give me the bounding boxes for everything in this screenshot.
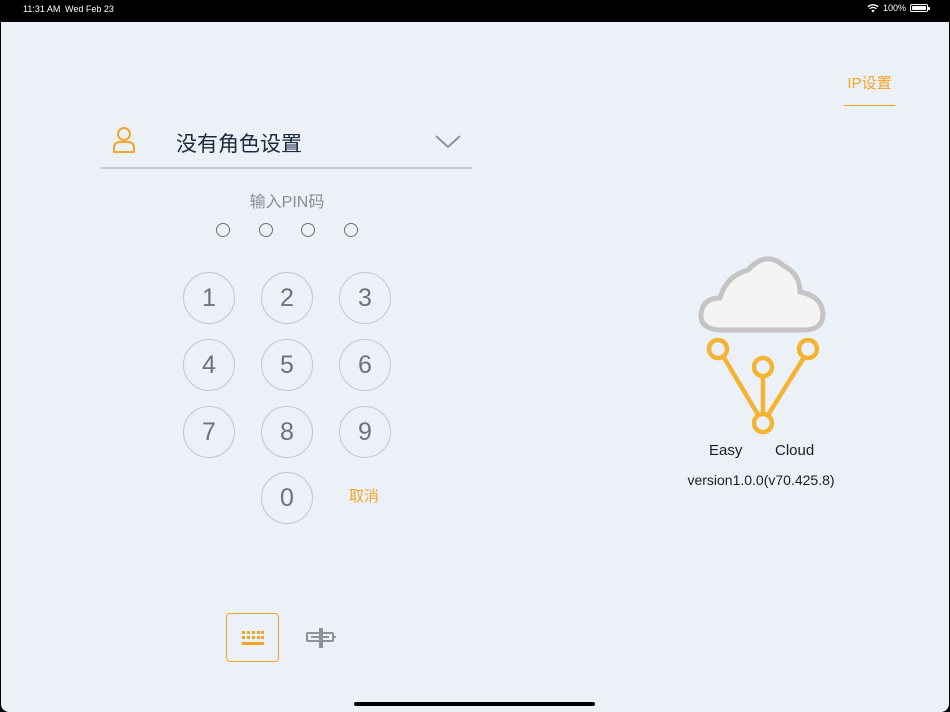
keypad-key-2[interactable]: 2 bbox=[261, 272, 313, 324]
brand-word-cloud: Cloud bbox=[775, 442, 815, 459]
scanner-icon bbox=[306, 628, 336, 648]
role-label: 没有角色设置 bbox=[176, 133, 302, 156]
status-indicators: 100% bbox=[867, 3, 930, 13]
keypad-key-5[interactable]: 5 bbox=[261, 339, 313, 391]
keypad-key-8[interactable]: 8 bbox=[261, 406, 313, 458]
screen: 11:31 AM Wed Feb 23 100% IP设置 没有角色设置 输入P… bbox=[0, 0, 950, 712]
ip-settings-link[interactable]: IP设置 bbox=[844, 72, 895, 106]
keypad-key-0[interactable]: 0 bbox=[261, 472, 313, 524]
keypad-key-6[interactable]: 6 bbox=[339, 339, 391, 391]
keypad-key-9[interactable]: 9 bbox=[339, 406, 391, 458]
pin-dot bbox=[301, 223, 315, 237]
cancel-button[interactable]: 取消 bbox=[339, 485, 389, 513]
role-select[interactable]: 没有角色设置 bbox=[101, 122, 472, 169]
keypad-key-3[interactable]: 3 bbox=[339, 272, 391, 324]
chevron-down-icon[interactable] bbox=[434, 134, 462, 150]
status-date: Wed Feb 23 bbox=[65, 4, 114, 14]
pin-label: 输入PIN码 bbox=[249, 194, 325, 211]
pin-dot bbox=[259, 223, 273, 237]
easycloud-logo bbox=[698, 256, 826, 435]
battery-percent: 100% bbox=[882, 3, 906, 13]
keyboard-icon bbox=[241, 630, 264, 645]
brand-word-easy: Easy bbox=[709, 442, 743, 459]
keypad-key-4[interactable]: 4 bbox=[183, 339, 235, 391]
version-label: version1.0.0(v70.425.8) bbox=[687, 472, 835, 488]
user-icon bbox=[113, 127, 135, 153]
pin-dot bbox=[344, 223, 358, 237]
keypad-key-7[interactable]: 7 bbox=[183, 406, 235, 458]
scanner-mode-button[interactable] bbox=[301, 618, 341, 658]
keyboard-mode-button[interactable] bbox=[226, 613, 279, 662]
wifi-icon bbox=[867, 4, 879, 13]
status-bar: 11:31 AM Wed Feb 23 100% bbox=[0, 0, 950, 22]
keypad-key-1[interactable]: 1 bbox=[183, 272, 235, 324]
pin-dot bbox=[216, 223, 230, 237]
battery-icon bbox=[910, 4, 930, 12]
login-screen: IP设置 没有角色设置 输入PIN码 1 2 3 4 5 6 7 8 9 0 取… bbox=[1, 22, 949, 712]
status-time: 11:31 AM bbox=[23, 4, 61, 14]
home-indicator bbox=[354, 702, 595, 706]
